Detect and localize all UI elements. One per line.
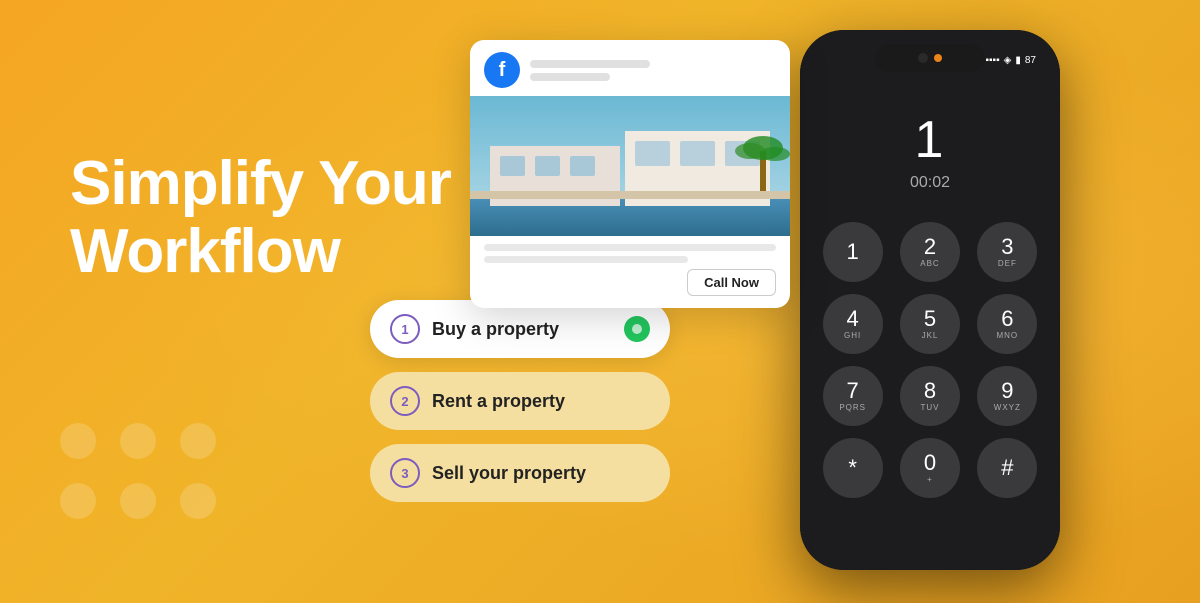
decor-circle-4	[60, 483, 96, 519]
decor-circle-1	[60, 423, 96, 459]
dial-key-2[interactable]: 2ABC	[900, 222, 960, 282]
phone-screen: 1 00:02 1 2ABC 3DEF 4GHI 5JKL 6MNO 7PQRS 8TUV 9W…	[800, 30, 1060, 570]
dial-key-3[interactable]: 3DEF	[977, 222, 1037, 282]
call-now-button[interactable]: Call Now	[687, 269, 776, 296]
decorative-circles	[60, 423, 220, 523]
facebook-ad-card: f	[470, 40, 790, 308]
fb-card-header: f	[470, 40, 790, 96]
phone-mockup: ▪▪▪▪ ◈ ▮ 87 1 00:02 1 2ABC 3DEF 4GHI 5JKL 6MN…	[800, 30, 1060, 570]
option-item-1[interactable]: 1 Buy a property	[370, 300, 670, 358]
dial-key-4[interactable]: 4GHI	[823, 294, 883, 354]
fb-line-short	[530, 73, 610, 81]
battery-percentage: 87	[1025, 55, 1036, 66]
battery-icon: ▮	[1015, 55, 1021, 66]
hero-title-line1: Simplify Your	[70, 150, 451, 218]
dial-key-#[interactable]: #	[977, 438, 1037, 498]
decor-circle-6	[180, 483, 216, 519]
dial-key-8[interactable]: 8TUV	[900, 366, 960, 426]
dial-key-1[interactable]: 1	[823, 222, 883, 282]
fb-footer-line-1	[484, 244, 776, 251]
fb-footer-line-2	[484, 256, 688, 263]
option-label-2: Rent a property	[432, 391, 650, 412]
decor-circle-3	[180, 423, 216, 459]
fb-header-lines	[530, 60, 650, 81]
option-label-1: Buy a property	[432, 319, 612, 340]
wifi-icon: ◈	[1004, 55, 1012, 66]
fb-footer-text-lines	[484, 244, 776, 263]
dial-key-5[interactable]: 5JKL	[900, 294, 960, 354]
option-label-3: Sell your property	[432, 463, 650, 484]
dial-key-7[interactable]: 7PQRS	[823, 366, 883, 426]
dial-key-*[interactable]: *	[823, 438, 883, 498]
phone-indicator-dot	[934, 54, 942, 62]
option-item-3[interactable]: 3 Sell your property	[370, 444, 670, 502]
fb-line-long	[530, 60, 650, 68]
facebook-icon: f	[484, 52, 520, 88]
hero-title-line2: Workflow	[70, 218, 451, 286]
dial-key-9[interactable]: 9WXYZ	[977, 366, 1037, 426]
hero-title: Simplify Your Workflow	[70, 150, 451, 286]
options-list: 1 Buy a property 2 Rent a property 3 Sel…	[370, 300, 670, 502]
phone-camera	[918, 53, 928, 63]
status-icons: ▪▪▪▪ ◈ ▮ 87	[985, 55, 1036, 66]
fb-property-image	[470, 96, 790, 236]
option-number-2: 2	[390, 386, 420, 416]
option-toggle-1[interactable]	[624, 316, 650, 342]
decor-circle-5	[120, 483, 156, 519]
call-duration: 00:02	[910, 174, 950, 192]
signal-icon: ▪▪▪▪	[985, 55, 999, 66]
hero-text-block: Simplify Your Workflow	[70, 150, 451, 286]
option-number-3: 3	[390, 458, 420, 488]
phone-notch	[875, 44, 985, 72]
option-item-2[interactable]: 2 Rent a property	[370, 372, 670, 430]
dial-key-0[interactable]: 0+	[900, 438, 960, 498]
caller-number: 1	[915, 110, 946, 170]
option-number-1: 1	[390, 314, 420, 344]
dial-pad: 1 2ABC 3DEF 4GHI 5JKL 6MNO 7PQRS 8TUV 9WXYZ * 0+ #	[800, 222, 1060, 498]
dial-key-6[interactable]: 6MNO	[977, 294, 1037, 354]
decor-circle-2	[120, 423, 156, 459]
fb-card-footer: Call Now	[470, 236, 790, 308]
